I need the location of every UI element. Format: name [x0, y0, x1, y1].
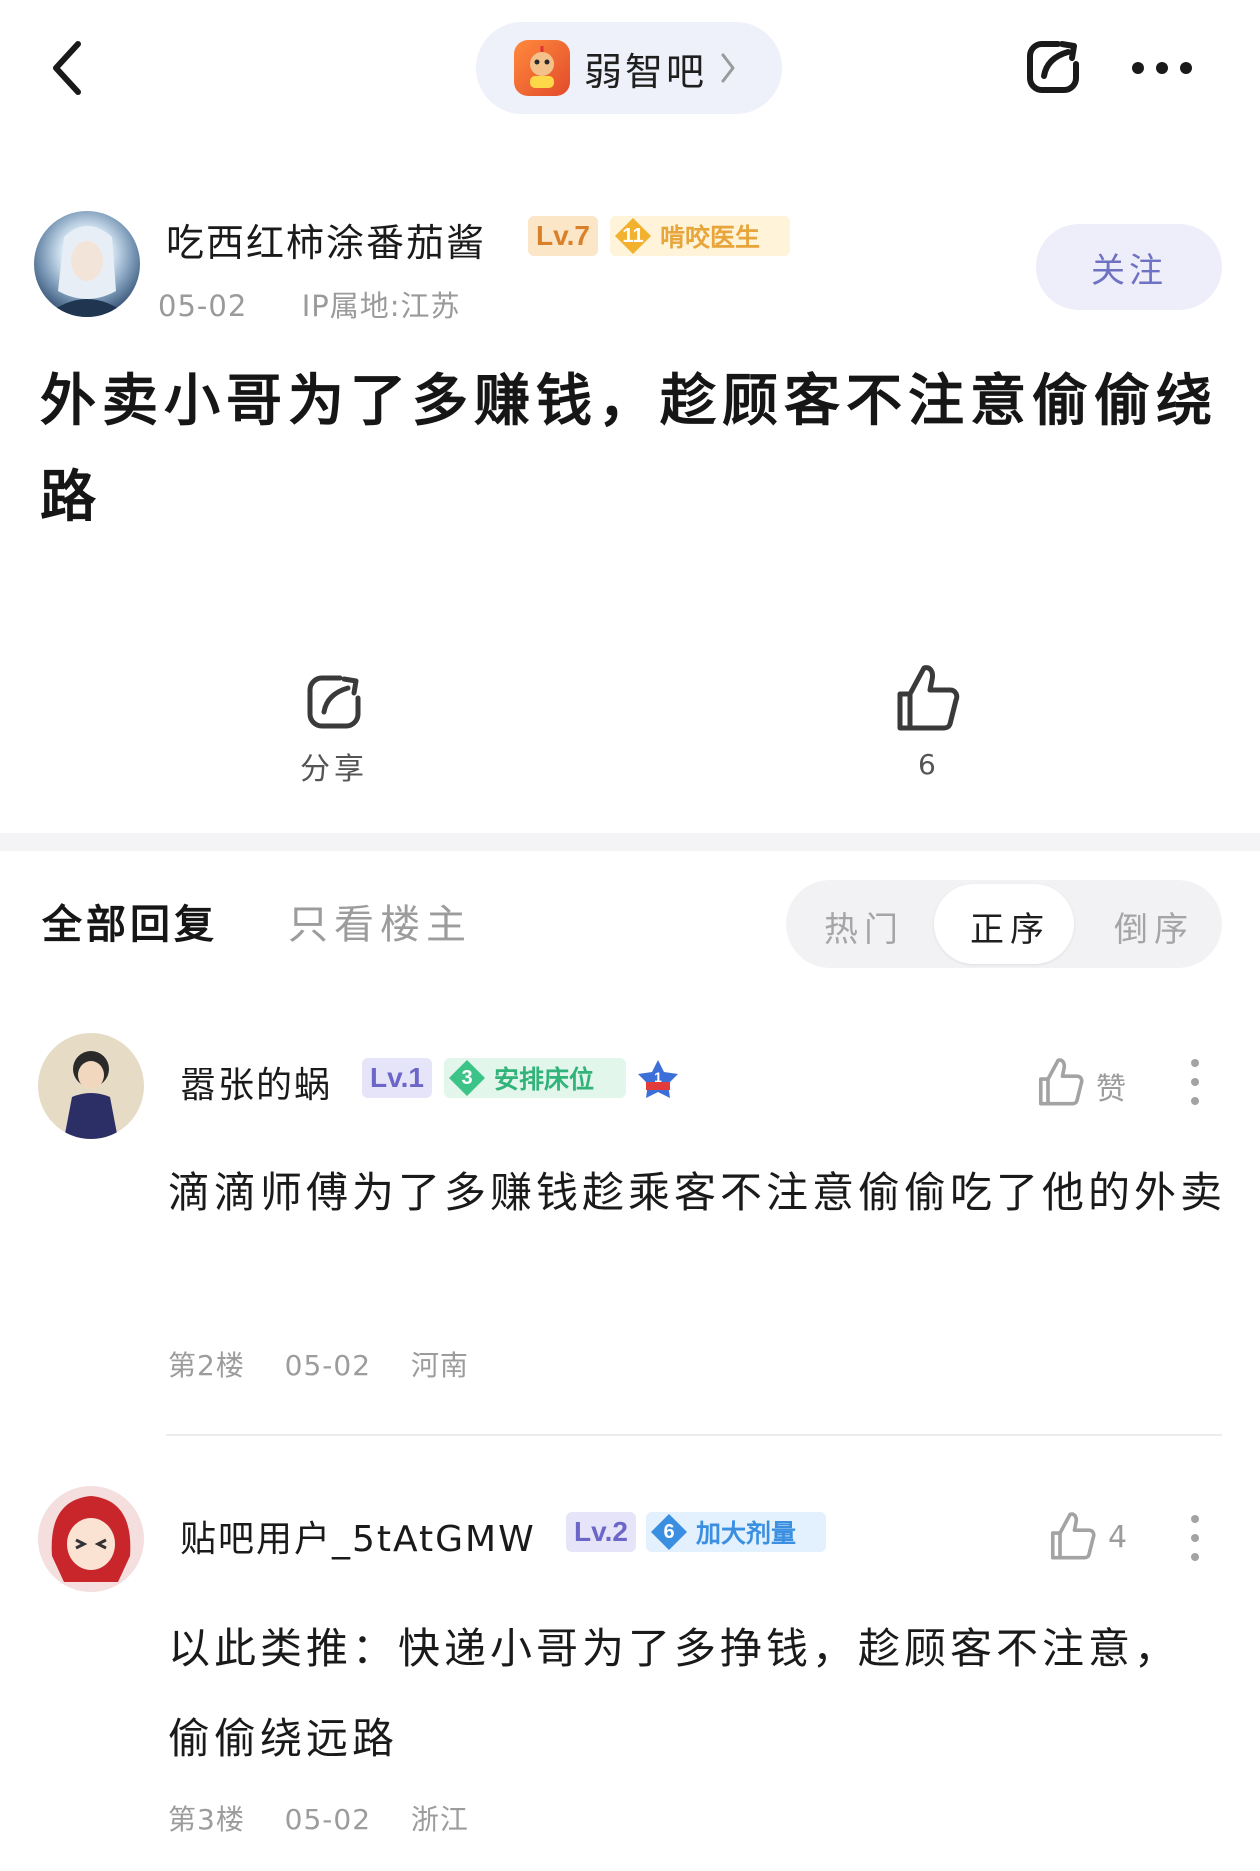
reply-like-label[interactable]: 赞 [1096, 1064, 1126, 1108]
tab-all-replies[interactable]: 全部回复 [42, 892, 218, 950]
reply-like-count[interactable]: 4 [1108, 1520, 1127, 1555]
diamond-icon: 3 [448, 1059, 486, 1097]
author-name[interactable]: 吃西红柿涂番茄酱 [166, 212, 486, 267]
back-button[interactable] [46, 38, 96, 98]
chevron-right-icon [721, 53, 735, 83]
reply-date: 05-02 [284, 1349, 372, 1382]
author-title-text: 啃咬医生 [660, 223, 761, 252]
reply-title-badge: 3 安排床位 [444, 1058, 626, 1098]
section-divider [0, 833, 1260, 851]
thumbs-up-icon [1050, 1512, 1096, 1560]
forum-link[interactable]: 弱智吧 [476, 22, 782, 114]
ip-location: IP属地:江苏 [301, 289, 461, 323]
author-meta: 05-02 IP属地:江苏 [158, 283, 461, 325]
chevron-left-icon [53, 41, 81, 95]
reply-location: 河南 [410, 1349, 469, 1382]
reply-more-icon[interactable] [1190, 1058, 1200, 1106]
reply-username[interactable]: 嚣张的蜗 [180, 1056, 332, 1108]
sort-asc-option[interactable]: 正序 [970, 902, 1050, 951]
share-button[interactable] [302, 670, 366, 734]
sort-hot-option[interactable]: 热门 [824, 902, 904, 951]
author-avatar[interactable] [34, 211, 140, 317]
thumbs-up-icon [897, 665, 960, 731]
thumbs-up-icon [1038, 1058, 1084, 1106]
reply-date: 05-02 [284, 1803, 372, 1836]
share-label: 分享 [300, 752, 368, 787]
like-button[interactable] [894, 662, 962, 734]
like-count: 6 [918, 748, 936, 781]
share-icon [307, 675, 361, 729]
reply-avatar[interactable] [38, 1033, 144, 1139]
reply-level-badge: Lv.2 [566, 1512, 636, 1552]
reply-title-badge: 6 加大剂量 [646, 1512, 826, 1552]
author-level-badge: Lv.7 [528, 216, 598, 256]
rank-badge-icon: 1 [636, 1058, 680, 1102]
reply-username[interactable]: 贴吧用户_5tAtGMW [180, 1510, 536, 1562]
post-title: 外卖小哥为了多赚钱，趁顾客不注意偷偷绕路 [40, 369, 1218, 530]
reply-like-button[interactable] [1036, 1056, 1086, 1108]
reply-level-badge: Lv.1 [362, 1058, 432, 1098]
sort-desc-option[interactable]: 倒序 [1114, 902, 1194, 951]
share-icon[interactable] [1022, 36, 1084, 98]
diamond-icon: 6 [650, 1513, 688, 1551]
reply-meta: 第3楼 05-02 浙江 [168, 1798, 469, 1838]
reply-more-icon[interactable] [1190, 1514, 1200, 1562]
more-options-icon[interactable] [1130, 60, 1194, 76]
diamond-icon: 11 [614, 217, 652, 255]
svg-text:1: 1 [654, 1069, 662, 1085]
forum-logo-icon [514, 40, 570, 96]
post-date: 05-02 [158, 289, 248, 323]
reply-floor: 第3楼 [168, 1803, 245, 1836]
author-title-badge: 11 啃咬医生 [610, 216, 790, 256]
reply-divider [166, 1434, 1222, 1436]
tab-op-only[interactable]: 只看楼主 [288, 892, 472, 950]
reply-content: 滴滴师傅为了多赚钱趁乘客不注意偷偷吃了他的外卖 [168, 1168, 1227, 1217]
reply-content: 以此类推：快递小哥为了多挣钱，趁顾客不注意，偷偷绕远路 [168, 1624, 1181, 1763]
forum-name: 弱智吧 [584, 49, 708, 94]
reply-floor: 第2楼 [168, 1349, 245, 1382]
reply-location: 浙江 [410, 1803, 469, 1836]
reply-like-button[interactable] [1048, 1510, 1098, 1562]
reply-avatar[interactable] [38, 1486, 144, 1592]
reply-meta: 第2楼 05-02 河南 [168, 1344, 469, 1384]
follow-button[interactable]: 关注 [1036, 224, 1222, 310]
